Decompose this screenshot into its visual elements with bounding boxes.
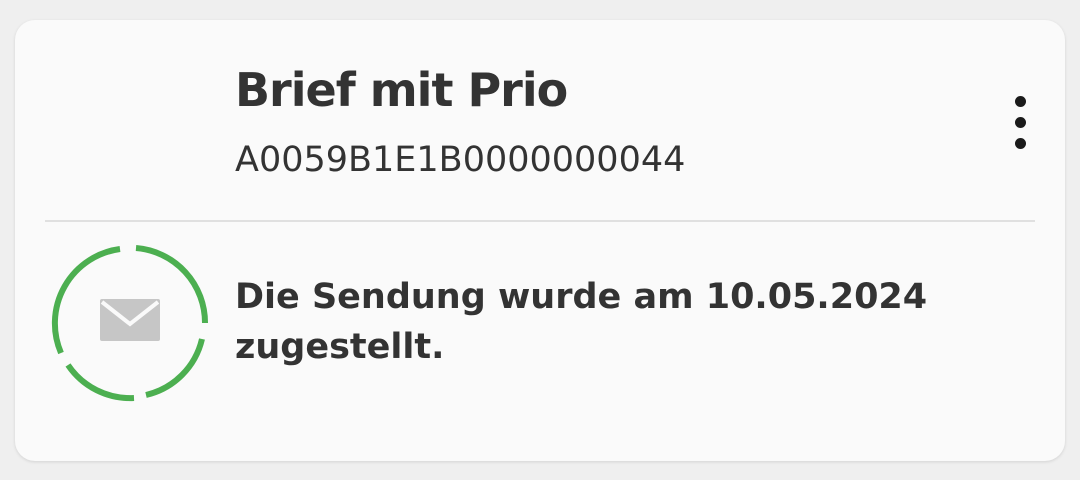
- tracking-number: A0059B1E1B0000000044: [235, 140, 686, 180]
- shipment-title: Brief mit Prio: [235, 63, 568, 117]
- delivery-progress-ring: [51, 245, 209, 402]
- more-vertical-icon-dot: [1015, 117, 1026, 128]
- more-vertical-icon-dot: [1015, 138, 1026, 149]
- divider: [45, 220, 1035, 222]
- progress-segment: [65, 363, 135, 402]
- more-options-button[interactable]: [1003, 90, 1037, 156]
- shipment-card[interactable]: Brief mit Prio A0059B1E1B0000000044 Die …: [15, 20, 1065, 461]
- more-vertical-icon: [1015, 96, 1026, 107]
- delivery-status-text: Die Sendung wurde am 10.05.2024 zugestel…: [235, 277, 928, 367]
- envelope-icon: [100, 299, 160, 341]
- progress-segment: [145, 338, 205, 398]
